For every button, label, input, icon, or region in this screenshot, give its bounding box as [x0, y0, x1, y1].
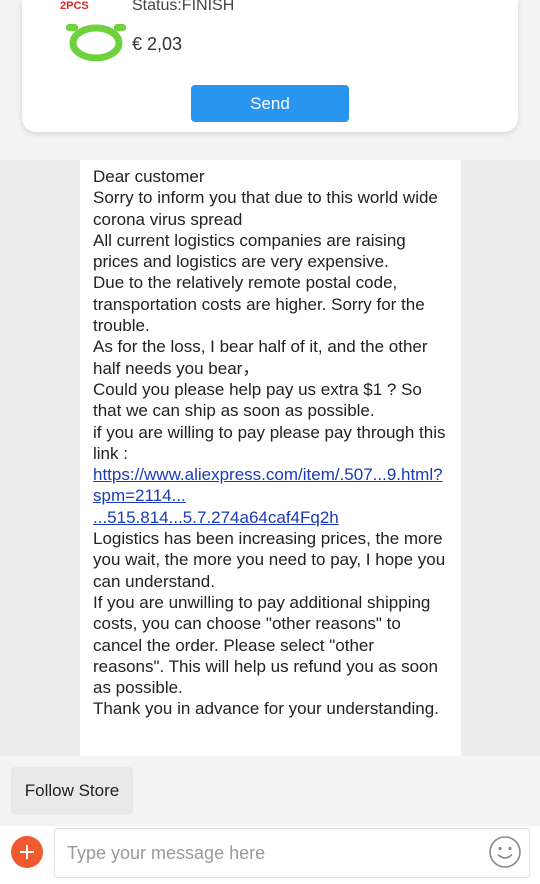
chat-area: Dear customer Sorry to inform you that d…: [0, 160, 540, 756]
message-text-outro: Logistics has been increasing prices, th…: [93, 529, 446, 719]
smiley-icon[interactable]: [488, 835, 522, 869]
message-input[interactable]: [54, 828, 530, 878]
message-link[interactable]: https://www.aliexpress.com/item/.507...9…: [93, 465, 443, 527]
plus-icon[interactable]: [11, 836, 43, 868]
order-status: Status:FINISH: [132, 0, 235, 14]
message-text-intro: Dear customer Sorry to inform you that d…: [93, 167, 446, 463]
order-card: 2PCS Status:FINISH € 2,03 Send: [22, 0, 518, 132]
message-composer: [0, 826, 540, 884]
product-thumbnail[interactable]: 2PCS: [42, 0, 142, 72]
order-card-area: 2PCS Status:FINISH € 2,03 Send: [0, 0, 540, 160]
follow-store-button[interactable]: Follow Store: [11, 767, 133, 815]
send-order-button[interactable]: Send: [191, 85, 349, 122]
product-image: [66, 24, 126, 62]
order-price: € 2,03: [132, 34, 183, 54]
plus-glyph: [20, 845, 34, 859]
follow-store-bar: Follow Store: [0, 756, 540, 826]
quantity-badge: 2PCS: [60, 0, 89, 12]
seller-message-bubble: Dear customer Sorry to inform you that d…: [80, 160, 461, 756]
